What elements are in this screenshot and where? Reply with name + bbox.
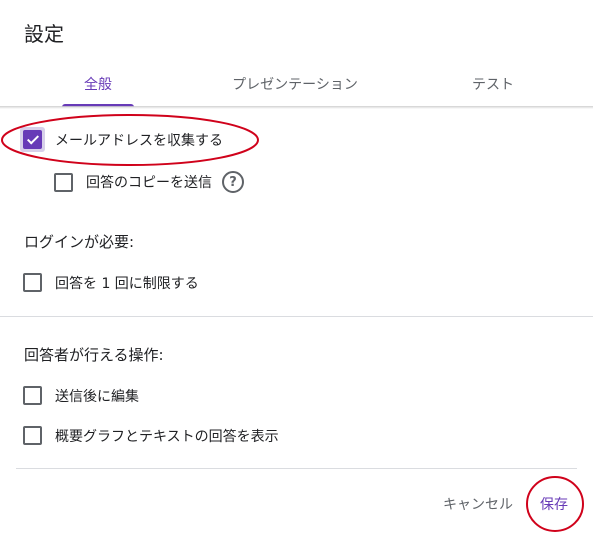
send-copy-checkbox[interactable]	[54, 172, 73, 192]
tab-bar-shadow	[0, 106, 593, 109]
summary-chart-option[interactable]: 概要グラフとテキストの回答を表示	[22, 425, 279, 446]
summary-chart-label: 概要グラフとテキストの回答を表示	[55, 428, 279, 445]
send-copy-checkbox-wrap[interactable]	[53, 172, 74, 193]
collect-email-label: メールアドレスを収集する	[55, 132, 223, 149]
edit-after-submit-label: 送信後に編集	[55, 388, 139, 405]
login-section-title: ログインが必要:	[24, 233, 135, 251]
tab-bar: 全般 プレゼンテーション テスト	[0, 62, 593, 108]
tab-test[interactable]: テスト	[452, 74, 534, 94]
collect-email-checkbox-focus[interactable]	[20, 127, 45, 152]
help-icon[interactable]: ?	[222, 171, 244, 193]
send-copy-label: 回答のコピーを送信	[86, 175, 212, 191]
settings-dialog: 設定 全般 プレゼンテーション テスト メールアドレスを収集する 回答のコピーを…	[0, 0, 593, 539]
send-copy-option[interactable]: 回答のコピーを送信 ?	[53, 171, 244, 193]
section-divider	[0, 316, 593, 317]
tab-general[interactable]: 全般	[62, 74, 134, 94]
tab-presentation[interactable]: プレゼンテーション	[215, 74, 375, 94]
footer-divider	[16, 468, 577, 469]
respondent-section-title: 回答者が行える操作:	[24, 346, 164, 364]
summary-chart-checkbox-wrap[interactable]	[22, 425, 43, 446]
dialog-title: 設定	[24, 22, 64, 46]
collect-email-checkbox[interactable]	[23, 130, 42, 149]
limit-one-label: 回答を 1 回に制限する	[55, 275, 199, 292]
edit-after-submit-checkbox[interactable]	[23, 386, 42, 405]
limit-one-checkbox-wrap[interactable]	[22, 272, 43, 293]
edit-after-submit-checkbox-wrap[interactable]	[22, 385, 43, 406]
collect-email-option[interactable]: メールアドレスを収集する	[20, 127, 223, 152]
summary-chart-checkbox[interactable]	[23, 426, 42, 445]
save-button[interactable]: 保存	[540, 494, 568, 514]
edit-after-submit-option[interactable]: 送信後に編集	[22, 385, 139, 406]
limit-one-checkbox[interactable]	[23, 273, 42, 292]
cancel-button[interactable]: キャンセル	[443, 494, 513, 514]
limit-one-option[interactable]: 回答を 1 回に制限する	[22, 272, 199, 293]
